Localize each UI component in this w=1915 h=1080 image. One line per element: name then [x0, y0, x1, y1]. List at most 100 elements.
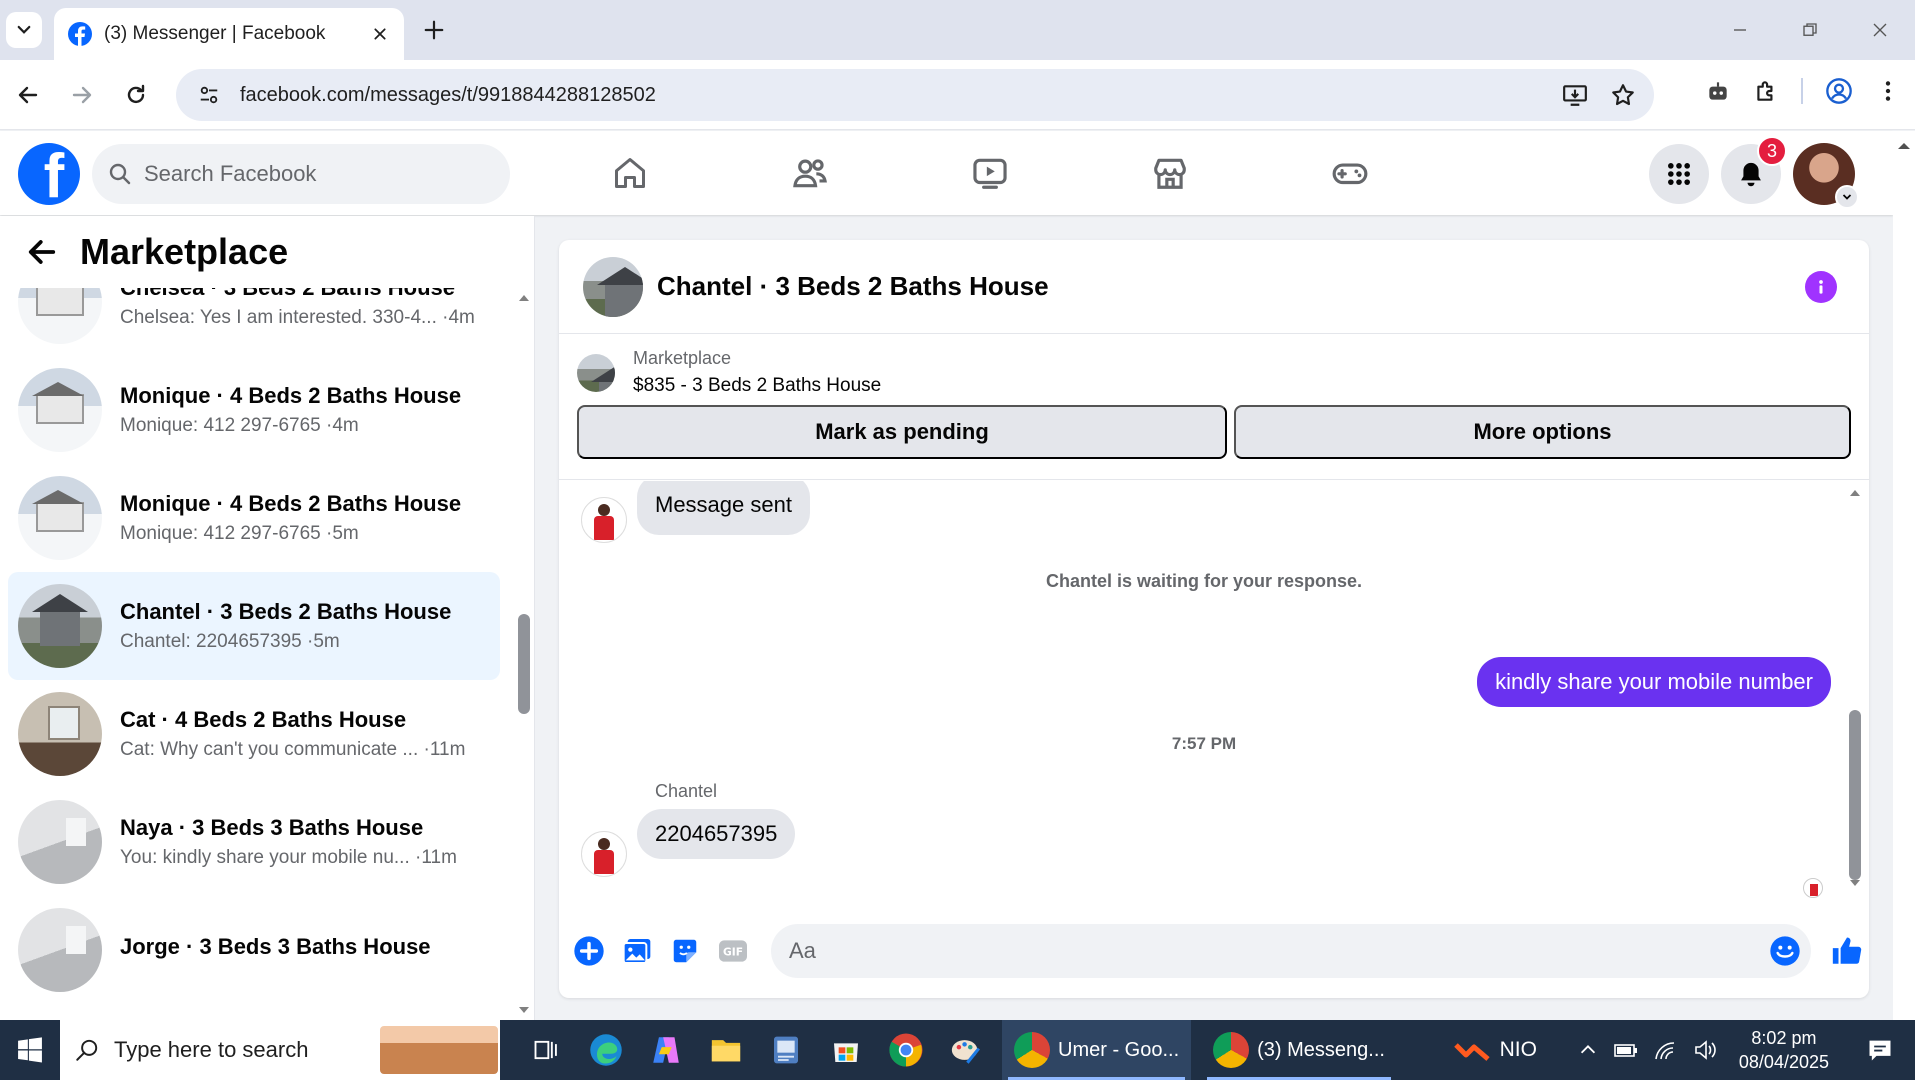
chat-header-thumbnail[interactable]: [583, 256, 643, 317]
tab-search-button[interactable]: [6, 12, 42, 48]
tray-stock-widget[interactable]: NIO: [1453, 1037, 1537, 1063]
extensions-button[interactable]: [1753, 78, 1779, 104]
chat-scroll-up[interactable]: [1847, 485, 1863, 501]
taskbar-app-label: (3) Messeng...: [1257, 1038, 1385, 1061]
minimize-button[interactable]: [1705, 0, 1775, 60]
sidebar-scrollbar-thumb[interactable]: [518, 614, 530, 714]
menu-button[interactable]: [1649, 144, 1709, 204]
taskbar-paint[interactable]: [936, 1020, 996, 1080]
listing-price: $835 - 3 Beds 2 Baths House: [633, 375, 882, 396]
conversation-item[interactable]: Cat · 4 Beds 2 Baths House Cat: Why can'…: [8, 680, 500, 788]
address-bar[interactable]: facebook.com/messages/t/9918844288128502: [176, 69, 1654, 121]
nav-friends[interactable]: [720, 131, 900, 215]
sender-avatar[interactable]: [581, 831, 627, 877]
account-circle-icon: [1826, 78, 1852, 104]
gif-button[interactable]: GIF: [713, 931, 753, 971]
close-icon: [374, 28, 386, 40]
copilot-button[interactable]: [1705, 78, 1731, 104]
install-app-button[interactable]: [1562, 82, 1588, 108]
profile-button[interactable]: [1825, 77, 1853, 105]
attach-photo-button[interactable]: [617, 931, 657, 971]
taskbar-clock[interactable]: 8:02 pm 08/04/2025: [1739, 1026, 1829, 1074]
send-like-button[interactable]: [1827, 931, 1867, 971]
mark-as-pending-button[interactable]: Mark as pending: [577, 405, 1227, 459]
taskbar-app-chrome-umer[interactable]: Umer - Goo...: [1002, 1020, 1192, 1080]
start-button[interactable]: [0, 1020, 60, 1080]
taskbar-search-box[interactable]: Type here to search: [60, 1020, 500, 1080]
nav-video[interactable]: [900, 131, 1080, 215]
notification-badge: 3: [1757, 136, 1787, 166]
nav-marketplace[interactable]: [1080, 131, 1260, 215]
nav-gaming[interactable]: [1260, 131, 1440, 215]
sender-avatar[interactable]: [581, 497, 627, 543]
taskbar-file-explorer[interactable]: [696, 1020, 756, 1080]
back-button[interactable]: [10, 77, 46, 113]
battery-icon[interactable]: [1613, 1039, 1639, 1061]
taskbar-edge[interactable]: [576, 1020, 636, 1080]
marketplace-sidebar: Marketplace Chelsea · 3 Beds 2 Baths Hou…: [0, 216, 535, 1020]
new-tab-button[interactable]: [418, 14, 450, 46]
chat-scrollbar-thumb[interactable]: [1849, 710, 1861, 880]
conversation-thumbnail: [18, 368, 102, 452]
notifications-button[interactable]: 3: [1721, 136, 1787, 204]
more-options-button[interactable]: More options: [1234, 405, 1851, 459]
site-info-button[interactable]: [194, 80, 224, 110]
taskbar-chrome[interactable]: [876, 1020, 936, 1080]
listing-banner: Marketplace $835 - 3 Beds 2 Baths House …: [559, 334, 1869, 480]
forward-button[interactable]: [64, 77, 100, 113]
message-timestamp: 7:57 PM: [1171, 734, 1237, 753]
account-avatar[interactable]: [1793, 143, 1859, 209]
browser-tab-messenger[interactable]: (3) Messenger | Facebook: [54, 8, 404, 60]
message-bubble-incoming[interactable]: 2204657395: [637, 809, 796, 859]
tab-close-button[interactable]: [368, 22, 392, 46]
arrow-left-icon: [18, 86, 38, 104]
reload-button[interactable]: [118, 77, 154, 113]
restore-button[interactable]: [1775, 0, 1845, 60]
conversation-item[interactable]: Jorge · 3 Beds 3 Baths House: [8, 896, 500, 1004]
store-icon: [834, 1043, 858, 1062]
message-input[interactable]: [789, 938, 1769, 964]
task-view-button[interactable]: [516, 1020, 576, 1080]
listing-thumbnail: [577, 353, 615, 392]
notification-center-button[interactable]: [1855, 1036, 1905, 1064]
chevron-up-icon[interactable]: [1577, 1039, 1599, 1061]
sidebar-scroll-down[interactable]: [516, 1002, 532, 1018]
sidebar-header: Marketplace: [0, 216, 520, 288]
tray-stock-label: NIO: [1499, 1038, 1537, 1061]
install-icon: [1563, 85, 1587, 106]
sidebar-scroll-up[interactable]: [516, 290, 532, 306]
conversation-item[interactable]: Naya · 3 Beds 3 Baths House You: kindly …: [8, 788, 500, 896]
browser-menu-button[interactable]: [1875, 78, 1901, 104]
task-view-icon: [534, 1040, 557, 1060]
emoji-button[interactable]: [1769, 935, 1801, 967]
close-window-button[interactable]: [1845, 0, 1915, 60]
conversation-item[interactable]: Monique · 4 Beds 2 Baths House Monique: …: [8, 464, 500, 572]
taskbar-copilot[interactable]: [636, 1020, 696, 1080]
chat-title[interactable]: Chantel · 3 Beds 2 Baths House: [657, 271, 1805, 302]
sticker-icon: [673, 939, 697, 963]
message-bubble-outgoing[interactable]: kindly share your mobile number: [1477, 657, 1831, 707]
message-bubble-incoming[interactable]: Message sent: [637, 481, 810, 535]
conversation-item-active[interactable]: Chantel · 3 Beds 2 Baths House Chantel: …: [8, 572, 500, 680]
taskbar-editor-app[interactable]: [756, 1020, 816, 1080]
volume-icon[interactable]: [1693, 1039, 1719, 1061]
taskbar-microsoft-store[interactable]: [816, 1020, 876, 1080]
facebook-search-input[interactable]: [144, 161, 474, 187]
taskbar-app-chrome-messenger[interactable]: (3) Messeng...: [1201, 1020, 1397, 1080]
bookmark-button[interactable]: [1610, 82, 1636, 108]
marketplace-icon: [1154, 158, 1186, 189]
account-caret[interactable]: [1835, 185, 1859, 209]
conversation-item[interactable]: Monique · 4 Beds 2 Baths House Monique: …: [8, 356, 500, 464]
listing-summary[interactable]: Marketplace $835 - 3 Beds 2 Baths House: [577, 348, 881, 397]
sidebar-back-button[interactable]: [24, 234, 60, 270]
page-scrollbar[interactable]: [1893, 131, 1915, 1020]
more-actions-button[interactable]: [569, 931, 609, 971]
nav-home[interactable]: [540, 131, 720, 215]
wifi-icon[interactable]: [1653, 1039, 1679, 1061]
conversation-info-button[interactable]: [1805, 270, 1837, 303]
facebook-search-box[interactable]: [92, 144, 510, 204]
message-input-box[interactable]: [771, 924, 1811, 978]
scroll-down-arrow-icon: [519, 1007, 529, 1013]
facebook-logo-icon[interactable]: f: [18, 143, 80, 205]
sticker-button[interactable]: [665, 931, 705, 971]
